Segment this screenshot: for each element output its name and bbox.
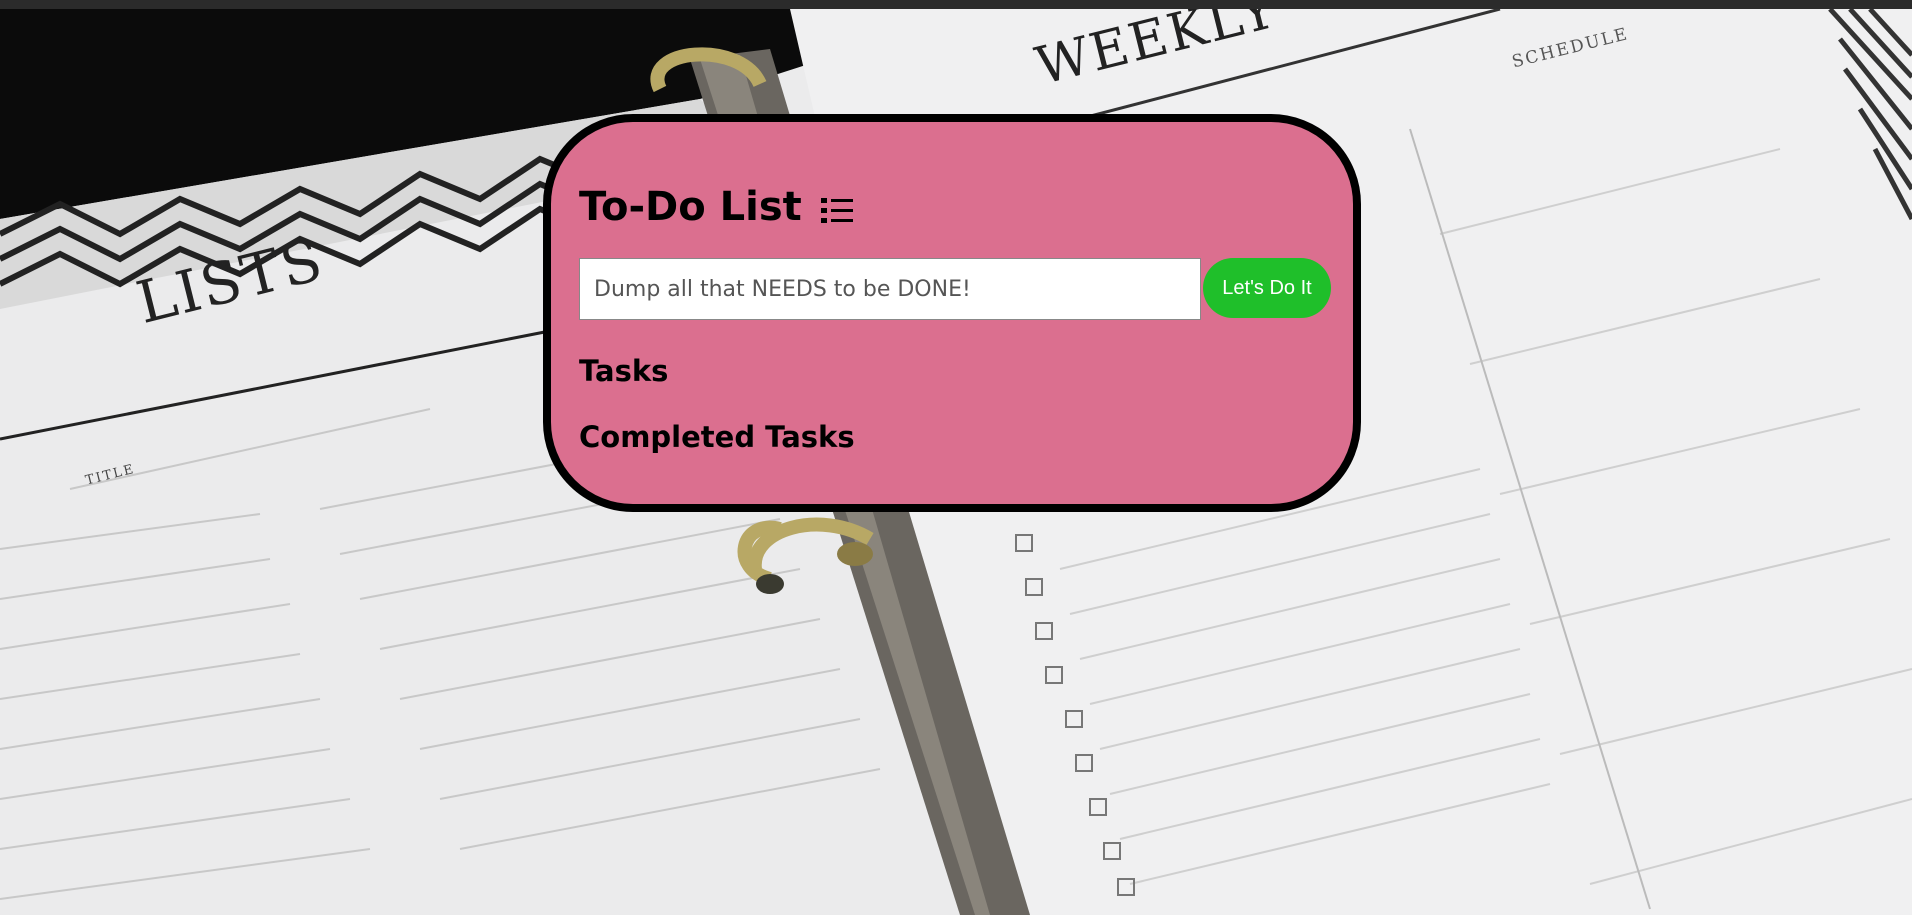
tasks-heading: Tasks [579,354,669,388]
todo-card: To-Do List Let's Do It Tasks Completed T… [543,114,1361,512]
task-input[interactable] [579,258,1201,320]
app-title-text: To-Do List [579,184,802,230]
add-task-button[interactable]: Let's Do It [1203,258,1331,318]
app-title: To-Do List [579,184,854,230]
list-icon [820,191,854,223]
list-icon-svg [820,198,853,223]
completed-tasks-heading: Completed Tasks [579,420,855,454]
